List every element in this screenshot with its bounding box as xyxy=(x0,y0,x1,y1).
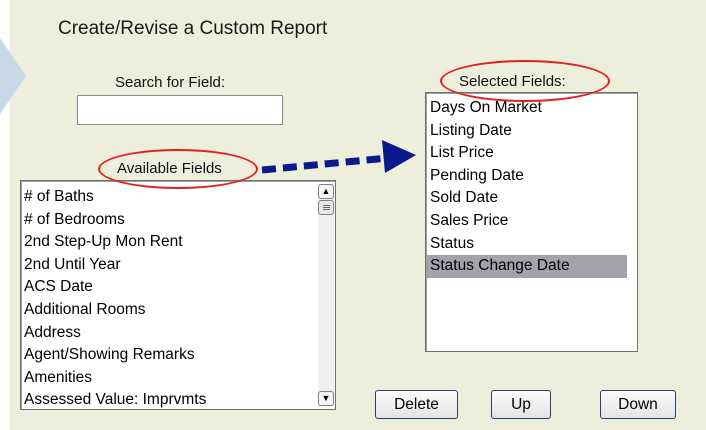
selected-fields-list[interactable]: Days On Market Listing Date List Price P… xyxy=(425,92,638,352)
list-item[interactable]: Status xyxy=(427,233,627,256)
search-input[interactable] xyxy=(77,95,283,125)
search-label: Search for Field: xyxy=(115,74,226,91)
list-item[interactable]: # of Bedrooms xyxy=(21,209,317,232)
scrollbar-thumb[interactable] xyxy=(318,200,334,215)
list-item[interactable]: 2nd Until Year xyxy=(21,254,317,277)
list-item[interactable]: Sales Price xyxy=(427,210,627,233)
list-item[interactable]: ACS Date xyxy=(21,276,317,299)
list-item[interactable]: 2nd Step-Up Mon Rent xyxy=(21,231,317,254)
list-item[interactable]: Additional Rooms xyxy=(21,299,317,322)
list-item[interactable]: Listing Date xyxy=(427,120,627,143)
available-fields-items: # of Baths # of Bedrooms 2nd Step-Up Mon… xyxy=(21,186,317,409)
annotation-ellipse-available xyxy=(98,149,258,189)
down-button[interactable]: Down xyxy=(600,390,676,419)
available-fields-list[interactable]: # of Baths # of Bedrooms 2nd Step-Up Mon… xyxy=(20,180,336,410)
decorative-arrow-icon xyxy=(0,38,26,114)
scroll-up-arrow-icon[interactable]: ▲ xyxy=(318,184,334,199)
list-item[interactable]: Assessed Value: Imprvmts xyxy=(21,389,317,409)
selected-fields-items: Days On Market Listing Date List Price P… xyxy=(427,97,627,278)
list-item[interactable]: # of Baths xyxy=(21,186,317,209)
scroll-down-arrow-icon[interactable]: ▼ xyxy=(318,391,334,406)
list-item[interactable]: Address xyxy=(21,322,317,345)
page-title: Create/Revise a Custom Report xyxy=(58,18,328,39)
vertical-scrollbar[interactable]: ▲ ▼ xyxy=(318,184,334,406)
list-item-selected[interactable]: Status Change Date xyxy=(427,255,627,278)
up-button[interactable]: Up xyxy=(491,390,551,419)
list-item[interactable]: List Price xyxy=(427,142,627,165)
list-item[interactable]: Sold Date xyxy=(427,187,627,210)
list-item[interactable]: Amenities xyxy=(21,367,317,390)
annotation-ellipse-selected xyxy=(440,60,610,102)
delete-button[interactable]: Delete xyxy=(375,390,458,419)
list-item[interactable]: Pending Date xyxy=(427,165,627,188)
list-item[interactable]: Agent/Showing Remarks xyxy=(21,344,317,367)
